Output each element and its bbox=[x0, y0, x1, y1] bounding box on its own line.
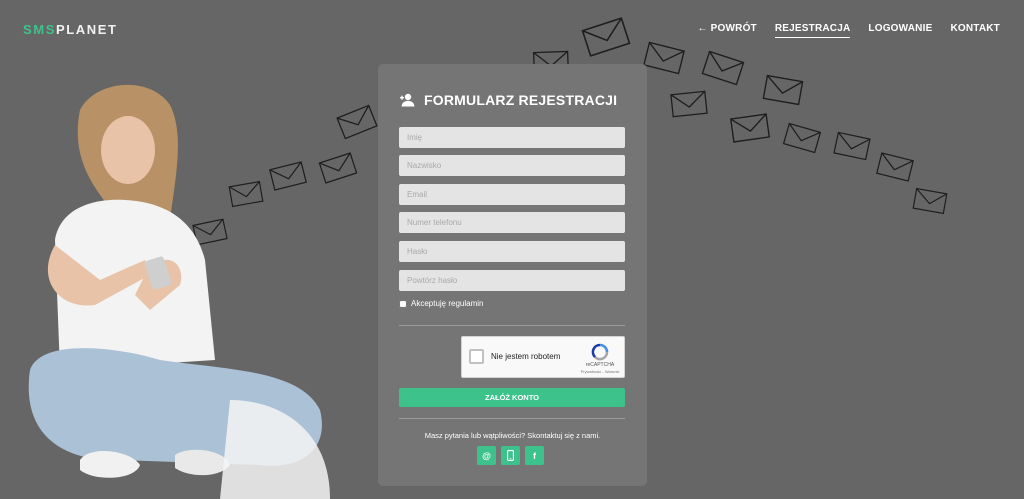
terms-checkbox[interactable] bbox=[399, 299, 407, 308]
envelope-icon bbox=[730, 113, 770, 143]
envelope-icon bbox=[876, 152, 914, 182]
woman-with-phone-image bbox=[28, 84, 330, 499]
contact-icons: @ f bbox=[477, 446, 544, 465]
registration-card: FORMULARZ REJESTRACJI Akceptuję regulami… bbox=[378, 64, 647, 486]
create-account-button[interactable]: ZAŁÓŻ KONTO bbox=[399, 388, 625, 407]
envelope-icon bbox=[782, 122, 822, 154]
first-name-input[interactable] bbox=[399, 127, 625, 148]
recaptcha-checkbox[interactable] bbox=[469, 349, 484, 364]
help-text: Masz pytania lub wątpliwości? Skontaktuj… bbox=[424, 431, 601, 440]
divider bbox=[399, 418, 625, 419]
logo[interactable]: SMSPLANET bbox=[23, 22, 118, 37]
password-input[interactable] bbox=[399, 241, 625, 262]
password-repeat-input[interactable] bbox=[399, 270, 625, 291]
nav-contact-link[interactable]: KONTAKT bbox=[950, 23, 1000, 38]
facebook-icon: f bbox=[533, 450, 536, 461]
recaptcha-label: Nie jestem robotem bbox=[491, 352, 561, 361]
terms-checkbox-row[interactable]: Akceptuję regulamin bbox=[399, 299, 483, 308]
phone-input[interactable] bbox=[399, 212, 625, 233]
envelope-icon bbox=[912, 188, 948, 214]
email-contact-button[interactable]: @ bbox=[477, 446, 496, 465]
nav-back-link[interactable]: ← POWRÓT bbox=[697, 23, 756, 38]
email-input[interactable] bbox=[399, 184, 625, 205]
envelope-icon bbox=[701, 50, 745, 86]
envelope-icon bbox=[762, 74, 804, 106]
envelope-icon bbox=[581, 17, 631, 57]
divider bbox=[399, 325, 625, 326]
logo-text: PLANET bbox=[55, 22, 118, 37]
facebook-contact-button[interactable]: f bbox=[525, 446, 544, 465]
envelope-icon bbox=[643, 41, 685, 75]
form-title: FORMULARZ REJESTRACJI bbox=[400, 92, 617, 108]
terms-label: Akceptuję regulamin bbox=[411, 299, 484, 308]
at-icon: @ bbox=[482, 450, 491, 461]
envelope-icon bbox=[833, 131, 871, 161]
logo-accent-text: SMS bbox=[23, 22, 56, 37]
recaptcha-links[interactable]: Prywatność - Warunki bbox=[574, 369, 626, 374]
recaptcha-widget: Nie jestem robotem reCAPTCHA Prywatność … bbox=[461, 336, 625, 378]
nav-register-link[interactable]: REJESTRACJA bbox=[774, 23, 851, 38]
user-add-icon bbox=[400, 93, 415, 107]
nav-login-link[interactable]: LOGOWANIE bbox=[868, 23, 932, 38]
phone-contact-button[interactable] bbox=[501, 446, 520, 465]
envelope-icon bbox=[336, 104, 378, 140]
recaptcha-logo-icon bbox=[591, 343, 609, 361]
last-name-input[interactable] bbox=[399, 155, 625, 176]
envelope-icon bbox=[670, 90, 708, 118]
form-title-text: FORMULARZ REJESTRACJI bbox=[424, 92, 618, 108]
recaptcha-brand: reCAPTCHA bbox=[585, 362, 615, 368]
phone-icon bbox=[507, 450, 514, 461]
main-nav: ← POWRÓT REJESTRACJA LOGOWANIE KONTAKT bbox=[697, 23, 1000, 38]
